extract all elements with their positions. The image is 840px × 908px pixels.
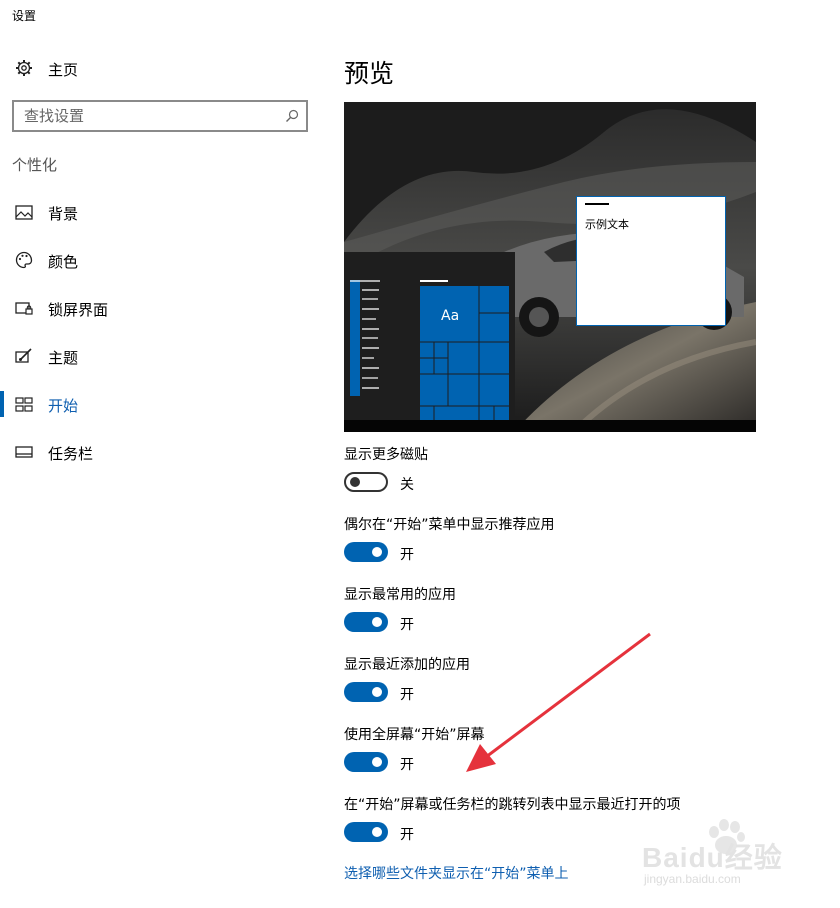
preview-group-heading xyxy=(420,280,448,282)
toggle-recent-items[interactable] xyxy=(344,822,388,842)
baidu-jingyan-watermark: Baidu经验 jingyan.baidu.com xyxy=(642,819,802,892)
watermark-brand: Baidu经验 xyxy=(642,842,783,873)
search-input[interactable] xyxy=(14,102,274,130)
toggle-recently-added[interactable] xyxy=(344,682,388,702)
sidebar-item-taskbar[interactable]: 任务栏 xyxy=(0,432,320,472)
sidebar-item-label: 任务栏 xyxy=(48,445,94,463)
toggle-knob xyxy=(372,547,382,557)
toggle-state-text: 开 xyxy=(400,827,414,843)
sidebar-item-label: 开始 xyxy=(48,397,79,415)
sidebar-item-background[interactable]: 背景 xyxy=(0,192,320,232)
theme-brush-icon xyxy=(15,348,33,364)
sidebar-item-start[interactable]: 开始 xyxy=(0,384,320,424)
toggle-knob xyxy=(372,827,382,837)
toggle-knob xyxy=(372,757,382,767)
toggle-knob xyxy=(372,617,382,627)
preview-app-list xyxy=(350,280,380,389)
toggle-knob xyxy=(372,687,382,697)
palette-icon xyxy=(15,251,33,269)
setting-label-full-screen: 使用全屏幕“开始”屏幕 xyxy=(344,727,485,743)
search-icon[interactable] xyxy=(284,108,300,128)
setting-label-suggestions: 偶尔在“开始”菜单中显示推荐应用 xyxy=(344,517,555,533)
preview-sample-text: 示例文本 xyxy=(585,218,629,231)
section-title: 个性化 xyxy=(12,156,58,174)
gear-icon xyxy=(15,60,33,76)
setting-label-more-tiles: 显示更多磁贴 xyxy=(344,447,428,463)
sidebar-item-label: 锁屏界面 xyxy=(48,301,109,319)
search-box[interactable] xyxy=(12,100,308,132)
sidebar-item-label: 颜色 xyxy=(48,253,79,271)
start-preview: Aa 示例文本 xyxy=(344,102,756,432)
sidebar-item-lock-screen[interactable]: 锁屏界面 xyxy=(0,288,320,328)
preview-tiles xyxy=(420,286,509,420)
toggle-state-text: 开 xyxy=(400,687,414,703)
setting-label-recent-items: 在“开始”屏幕或任务栏的跳转列表中显示最近打开的项 xyxy=(344,797,681,813)
toggle-full-screen[interactable] xyxy=(344,752,388,772)
setting-label-most-used: 显示最常用的应用 xyxy=(344,587,456,603)
preview-tile-text: Aa xyxy=(441,308,460,324)
sidebar-item-label: 背景 xyxy=(48,205,79,223)
sidebar-item-label: 主题 xyxy=(48,349,79,367)
watermark-url: jingyan.baidu.com xyxy=(644,872,741,886)
lock-screen-icon xyxy=(15,300,33,316)
toggle-suggestions[interactable] xyxy=(344,542,388,562)
sidebar-home[interactable]: 主页 xyxy=(0,48,320,88)
toggle-state-text: 关 xyxy=(400,477,414,493)
sidebar-item-colors[interactable]: 颜色 xyxy=(0,240,320,280)
toggle-more-tiles[interactable] xyxy=(344,472,388,492)
choose-folders-link[interactable]: 选择哪些文件夹显示在“开始”菜单上 xyxy=(344,863,569,883)
picture-icon xyxy=(15,204,33,220)
toggle-state-text: 开 xyxy=(400,547,414,563)
preview-window-titlebar xyxy=(585,203,609,205)
sidebar-item-themes[interactable]: 主题 xyxy=(0,336,320,376)
setting-label-recently-added: 显示最近添加的应用 xyxy=(344,657,470,673)
toggle-knob xyxy=(350,477,360,487)
toggle-state-text: 开 xyxy=(400,757,414,773)
sidebar-home-label: 主页 xyxy=(48,61,79,79)
preview-sample-window: 示例文本 xyxy=(576,196,726,326)
taskbar-icon xyxy=(15,444,33,460)
toggle-most-used[interactable] xyxy=(344,612,388,632)
start-tiles-icon xyxy=(15,396,33,412)
page-title: 预览 xyxy=(344,59,395,88)
toggle-state-text: 开 xyxy=(400,617,414,633)
window-title: 设置 xyxy=(12,9,37,23)
